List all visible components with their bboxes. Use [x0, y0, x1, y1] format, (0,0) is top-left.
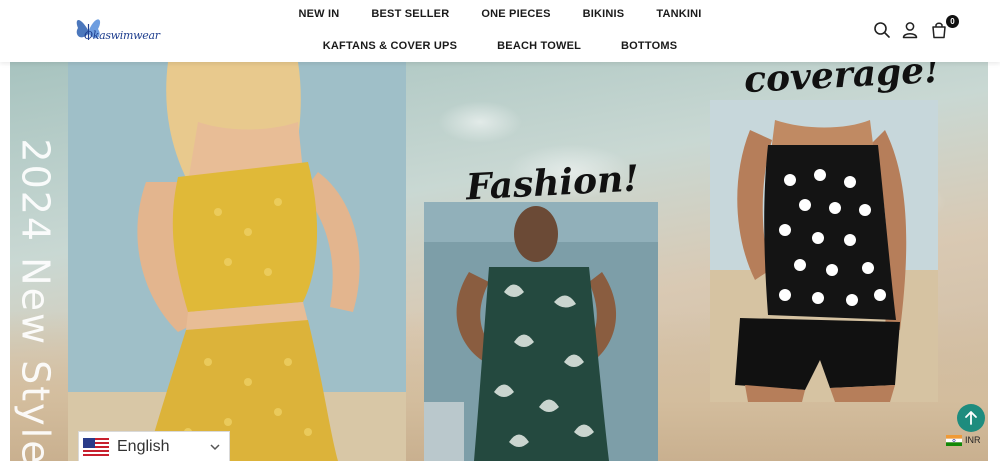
hero-banner[interactable]: 2024 New Style Fashion! coverage!	[10, 62, 988, 461]
us-flag-icon	[83, 437, 109, 456]
nav-beach-towel[interactable]: BEACH TOWEL	[497, 39, 581, 53]
hero-headline-fashion: Fashion!	[465, 157, 641, 209]
hero-headline-coverage: coverage!	[743, 62, 941, 102]
hero-photo-green-tankini	[424, 202, 658, 461]
chevron-down-icon	[210, 444, 220, 451]
main-nav-row-2: KAFTANS & COVER UPS BEACH TOWEL BOTTOMS	[0, 39, 1000, 53]
arrow-up-icon	[965, 411, 977, 425]
hero-photo-yellow-tankini	[68, 62, 406, 461]
india-flag-icon	[946, 434, 962, 446]
nav-bottoms[interactable]: BOTTOMS	[621, 39, 677, 53]
language-selector[interactable]: English	[78, 431, 230, 461]
nav-best-seller[interactable]: BEST SELLER	[371, 7, 449, 21]
currency-selector[interactable]: INR	[946, 433, 981, 447]
nav-kaftans-cover-ups[interactable]: KAFTANS & COVER UPS	[323, 39, 457, 53]
hero-side-text: 2024 New Style	[14, 138, 59, 461]
user-icon[interactable]	[900, 20, 920, 40]
nav-tankini[interactable]: TANKINI	[656, 7, 701, 21]
nav-one-pieces[interactable]: ONE PIECES	[481, 7, 550, 21]
site-header: Okaswimwear NEW IN BEST SELLER ONE PIECE…	[0, 0, 1000, 62]
cart-count-badge: 0	[946, 15, 959, 28]
search-icon[interactable]	[872, 20, 892, 40]
main-nav-row-1: NEW IN BEST SELLER ONE PIECES BIKINIS TA…	[0, 7, 1000, 21]
hero-photo-polka-dot-tankini	[710, 100, 938, 402]
language-label: English	[117, 437, 170, 455]
nav-bikinis[interactable]: BIKINIS	[583, 7, 625, 21]
nav-new-in[interactable]: NEW IN	[298, 7, 339, 21]
scroll-to-top-button[interactable]	[957, 404, 985, 432]
currency-label: INR	[965, 435, 981, 445]
